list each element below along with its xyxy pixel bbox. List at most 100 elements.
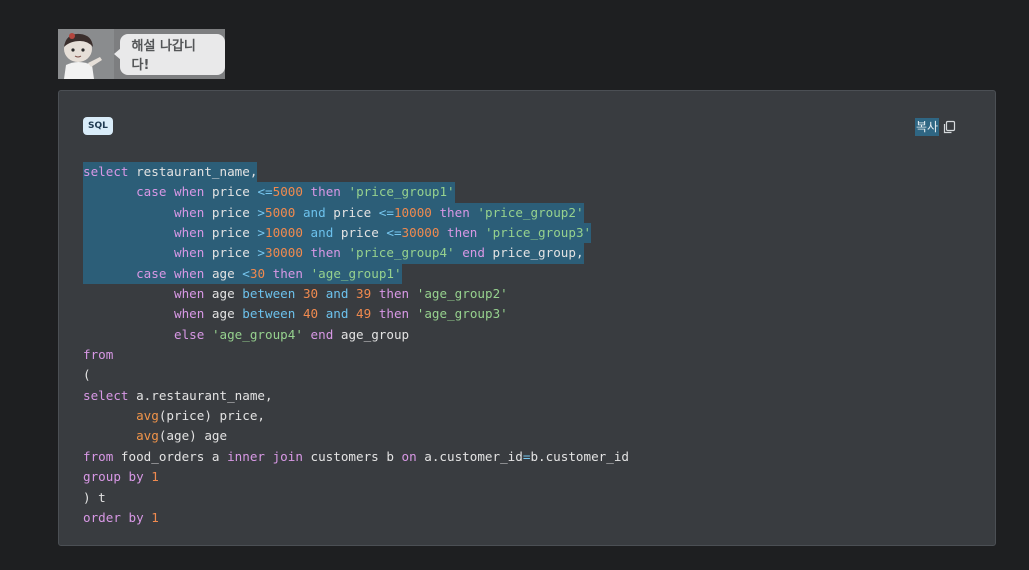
code-text: avg(price) price, (83, 406, 265, 426)
code-token: then (272, 265, 303, 281)
code-token: (price) price, (158, 408, 265, 424)
code-text: ( (83, 365, 91, 385)
code-token: 30 (302, 286, 319, 302)
selected-code-text: case when age <30 then 'age_group1' (83, 263, 402, 285)
code-text: when age between 30 and 39 then 'age_gro… (83, 284, 508, 304)
code-token: age (204, 286, 243, 302)
code-token: 5000 (265, 204, 296, 220)
code-line: else 'age_group4' end age_group (83, 325, 629, 345)
code-token: age (204, 306, 243, 322)
code-token: and (310, 225, 334, 241)
code-line: select a.restaurant_name, (83, 386, 629, 406)
code-token: 40 (302, 306, 319, 322)
code-token: 'price_group4' (348, 245, 455, 261)
code-token: by (128, 509, 144, 525)
code-token: 'age_group3' (416, 306, 508, 322)
copy-button-label: 복사 (915, 118, 940, 136)
code-token: when (174, 265, 205, 281)
code-line: from (83, 345, 629, 365)
copy-button[interactable]: 복사 (915, 117, 956, 137)
selected-code-text: when price >5000 and price <=10000 then … (83, 202, 584, 224)
page: 해설 나갑니다! SQL 복사 select restaurant_name, … (0, 0, 1029, 570)
code-token: a.restaurant_name, (128, 387, 273, 403)
selected-code-text: when price >10000 and price <=30000 then… (83, 223, 592, 244)
code-token: 'age_group1' (310, 265, 402, 281)
code-token: 5000 (272, 184, 303, 200)
code-line: avg(price) price, (83, 406, 629, 426)
code-token: by (128, 469, 144, 485)
code-token: (age) age (158, 428, 228, 444)
copy-icon (943, 120, 956, 134)
code-line: group by 1 (83, 467, 629, 487)
code-token: price (204, 184, 258, 200)
code-token: inner (227, 448, 265, 464)
code-token: 'age_group4' (211, 326, 303, 342)
code-line: when age between 40 and 49 then 'age_gro… (83, 304, 629, 324)
code-line: case when age <30 then 'age_group1' (83, 263, 629, 285)
code-token: age_group (333, 326, 410, 342)
code-token: ( (83, 367, 91, 383)
code-token: from (83, 347, 114, 363)
code-token: 30000 (401, 225, 440, 241)
code-line: case when price <=5000 then 'price_group… (83, 182, 629, 203)
code-token: price (204, 225, 258, 241)
code-token: > (257, 245, 266, 261)
code-token: restaurant_name, (128, 164, 258, 179)
code-token: else (174, 326, 205, 342)
code-token: select (83, 387, 129, 403)
code-text: select a.restaurant_name, (83, 386, 273, 406)
code-token: avg (136, 428, 159, 444)
code-token: end (310, 326, 334, 342)
speech-bubble: 해설 나갑니다! (113, 33, 225, 75)
code-content[interactable]: select restaurant_name, case when price … (83, 162, 629, 528)
code-token: <= (378, 204, 394, 220)
code-line: ) t (83, 488, 629, 508)
code-token: join (272, 448, 303, 464)
code-token: food_orders a (113, 448, 228, 464)
code-token: price (204, 204, 258, 220)
selected-code-text: select restaurant_name, (83, 162, 258, 183)
code-token: then (439, 204, 470, 220)
code-token: 39 (356, 286, 372, 302)
code-token: end (462, 245, 485, 261)
code-token: when (174, 204, 205, 220)
code-line: avg(age) age (83, 426, 629, 446)
code-token: then (310, 184, 341, 200)
speech-bubble-text: 해설 나갑니다! (131, 39, 196, 73)
selected-code-text: case when price <=5000 then 'price_group… (83, 182, 455, 203)
code-token: and (325, 306, 349, 322)
code-token: price (204, 245, 258, 261)
code-text: else 'age_group4' end age_group (83, 325, 409, 345)
code-text: from (83, 345, 113, 365)
avatar-icon (58, 29, 114, 79)
code-token: price (325, 204, 379, 220)
code-token: price_group, (484, 245, 584, 261)
code-token: 10000 (265, 225, 303, 241)
code-token: select (83, 164, 129, 179)
code-token: then (310, 245, 341, 261)
code-block: SQL 복사 select restaurant_name, case when… (58, 90, 996, 546)
code-line: select restaurant_name, (83, 162, 629, 183)
